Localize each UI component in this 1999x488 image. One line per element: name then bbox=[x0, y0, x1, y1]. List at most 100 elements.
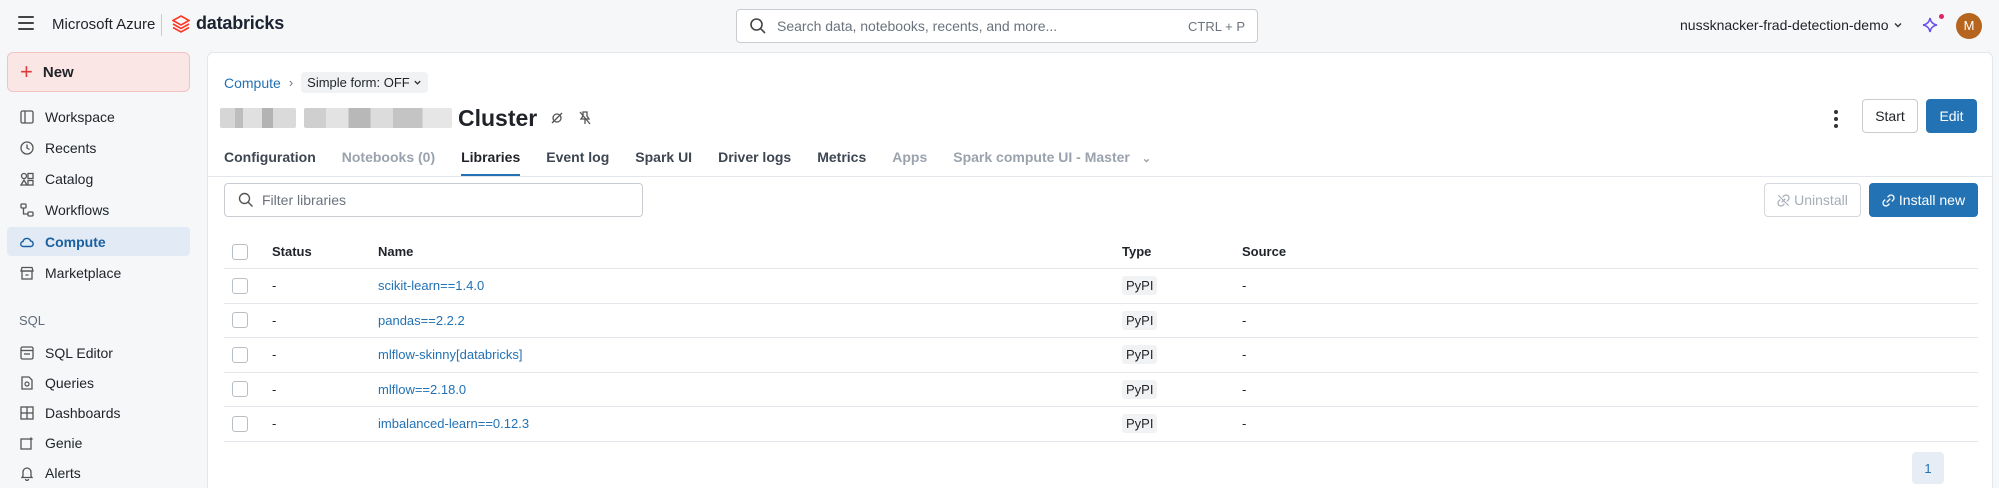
header-type[interactable]: Type bbox=[1122, 235, 1151, 268]
table-row: - imbalanced-learn==0.12.3 PyPI - bbox=[224, 407, 1978, 442]
sidebar-item-label: Compute bbox=[45, 233, 106, 250]
databricks-wordmark: databricks bbox=[196, 13, 285, 33]
sidebar-item-label: Marketplace bbox=[45, 264, 122, 281]
row-source: - bbox=[1242, 416, 1247, 432]
page-title-row: Cluster bbox=[220, 101, 593, 135]
row-status: - bbox=[272, 278, 277, 294]
library-name-link[interactable]: pandas==2.2.2 bbox=[378, 313, 465, 328]
brand-divider bbox=[161, 14, 162, 36]
table-row: - mlflow-skinny[databricks] PyPI - bbox=[224, 338, 1978, 373]
table-row: - scikit-learn==1.4.0 PyPI - bbox=[224, 269, 1978, 304]
row-checkbox[interactable] bbox=[232, 346, 248, 363]
queries-icon bbox=[21, 375, 33, 390]
sidebar-item-sql-editor[interactable]: SQL Editor bbox=[7, 338, 190, 367]
libraries-table: Status Name Type Source - scikit-learn==… bbox=[224, 235, 1978, 442]
redacted-name-part bbox=[304, 108, 452, 128]
sidebar-item-label: Catalog bbox=[45, 170, 94, 187]
row-status: - bbox=[272, 381, 277, 397]
chevron-right-icon: › bbox=[288, 75, 294, 90]
library-type-badge: PyPI bbox=[1122, 310, 1158, 330]
simple-form-toggle[interactable]: Simple form: OFF bbox=[301, 72, 428, 93]
catalog-icon bbox=[19, 172, 34, 186]
row-source: - bbox=[1242, 381, 1247, 397]
edit-off-icon[interactable] bbox=[549, 110, 565, 126]
bell-icon bbox=[20, 466, 34, 481]
header-source[interactable]: Source bbox=[1242, 235, 1286, 268]
row-checkbox-cell bbox=[232, 338, 248, 372]
dashboards-icon bbox=[20, 405, 34, 420]
row-checkbox[interactable] bbox=[232, 312, 248, 329]
sidebar: + New Workspace Recents Catalog Workflow… bbox=[0, 52, 206, 488]
pin-off-icon[interactable] bbox=[577, 110, 593, 126]
tab-event-log[interactable]: Event log bbox=[546, 141, 609, 177]
workspace-switcher[interactable]: nussknacker-frad-detection-demo bbox=[1680, 17, 1903, 33]
row-checkbox[interactable] bbox=[232, 381, 248, 398]
databricks-logo[interactable]: databricks bbox=[172, 13, 284, 34]
tab-spark-ui[interactable]: Spark UI bbox=[635, 141, 692, 177]
edit-button[interactable]: Edit bbox=[1926, 99, 1977, 133]
search-placeholder: Search data, notebooks, recents, and mor… bbox=[777, 18, 1058, 34]
sidebar-item-genie[interactable]: Genie bbox=[7, 428, 190, 457]
sidebar-item-workspace[interactable]: Workspace bbox=[7, 102, 190, 131]
start-button[interactable]: Start bbox=[1862, 99, 1918, 133]
sidebar-item-dashboards[interactable]: Dashboards bbox=[7, 398, 190, 427]
clock-icon bbox=[20, 140, 34, 155]
header-status[interactable]: Status bbox=[272, 235, 312, 268]
tab-notebooks[interactable]: Notebooks (0) bbox=[342, 141, 435, 177]
row-checkbox[interactable] bbox=[232, 415, 248, 432]
row-checkbox[interactable] bbox=[232, 277, 248, 294]
new-button[interactable]: + New bbox=[7, 52, 190, 92]
library-name-link[interactable]: imbalanced-learn==0.12.3 bbox=[378, 416, 529, 431]
uninstall-label: Uninstall bbox=[1794, 192, 1848, 208]
sidebar-item-queries[interactable]: Queries bbox=[7, 368, 190, 397]
library-type-badge: PyPI bbox=[1122, 345, 1158, 365]
sidebar-item-compute[interactable]: Compute bbox=[7, 227, 190, 256]
library-name-link[interactable]: mlflow-skinny[databricks] bbox=[378, 347, 523, 362]
row-checkbox-cell bbox=[232, 304, 248, 338]
more-actions-icon[interactable] bbox=[1826, 107, 1846, 131]
row-source: - bbox=[1242, 347, 1247, 363]
install-new-label: Install new bbox=[1898, 192, 1966, 208]
avatar[interactable]: M bbox=[1956, 13, 1982, 39]
tab-spark-compute-ui[interactable]: Spark compute UI - Master ⌄ bbox=[953, 141, 1151, 177]
new-button-label: New bbox=[42, 63, 74, 81]
pagination-page-button[interactable]: 1 bbox=[1912, 452, 1944, 484]
menu-icon[interactable] bbox=[18, 16, 34, 30]
select-all-checkbox[interactable] bbox=[232, 243, 248, 260]
tab-libraries[interactable]: Libraries bbox=[461, 141, 521, 177]
tab-driver-logs[interactable]: Driver logs bbox=[718, 141, 791, 177]
assistant-sparkle-icon[interactable] bbox=[1920, 15, 1942, 37]
tabs-divider bbox=[208, 176, 1992, 177]
uninstall-button[interactable]: Uninstall bbox=[1764, 183, 1861, 217]
sidebar-item-label: SQL Editor bbox=[45, 344, 113, 361]
sql-editor-icon bbox=[20, 345, 34, 360]
sidebar-item-marketplace[interactable]: Marketplace bbox=[7, 258, 190, 287]
table-row: - mlflow==2.18.0 PyPI - bbox=[224, 373, 1978, 407]
sidebar-item-label: Recents bbox=[45, 139, 97, 156]
library-name-link[interactable]: mlflow==2.18.0 bbox=[378, 382, 466, 397]
sidebar-item-alerts[interactable]: Alerts bbox=[7, 458, 190, 487]
sidebar-item-catalog[interactable]: Catalog bbox=[7, 164, 190, 193]
sidebar-item-recents[interactable]: Recents bbox=[7, 133, 190, 162]
simple-form-label: Simple form: OFF bbox=[307, 75, 410, 90]
sidebar-item-workflows[interactable]: Workflows bbox=[7, 195, 190, 224]
install-new-button[interactable]: Install new bbox=[1869, 183, 1978, 217]
row-source: - bbox=[1242, 278, 1247, 294]
tab-apps[interactable]: Apps bbox=[892, 141, 927, 177]
filter-libraries-field[interactable] bbox=[224, 183, 643, 217]
breadcrumb-compute-link[interactable]: Compute bbox=[224, 75, 281, 91]
table-header: Status Name Type Source bbox=[224, 235, 1978, 269]
genie-icon bbox=[20, 436, 34, 450]
tab-metrics[interactable]: Metrics bbox=[817, 141, 866, 177]
tab-configuration[interactable]: Configuration bbox=[224, 141, 316, 177]
notification-dot bbox=[1939, 14, 1944, 19]
global-search[interactable]: Search data, notebooks, recents, and mor… bbox=[736, 9, 1258, 43]
chevron-down-icon bbox=[1894, 23, 1902, 28]
header-name[interactable]: Name bbox=[378, 235, 413, 268]
library-name-link[interactable]: scikit-learn==1.4.0 bbox=[378, 278, 484, 293]
unlink-icon bbox=[1777, 193, 1790, 207]
microsoft-azure-label: Microsoft Azure bbox=[52, 16, 156, 33]
header-checkbox-cell bbox=[232, 235, 248, 268]
databricks-logo-icon bbox=[172, 14, 190, 33]
filter-libraries-input[interactable] bbox=[262, 192, 622, 208]
